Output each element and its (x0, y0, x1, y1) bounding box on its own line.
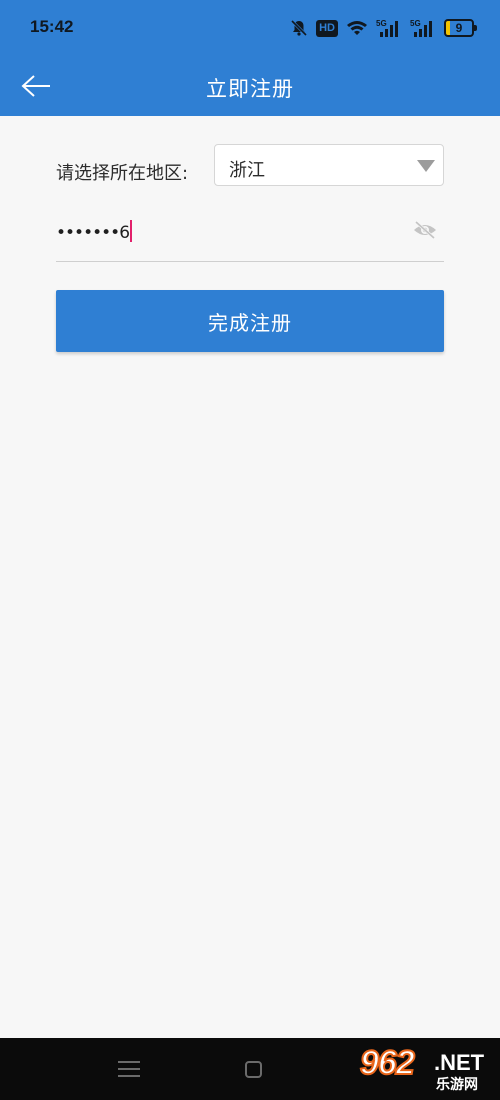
watermark-suffix: .NET (434, 1050, 485, 1075)
password-field[interactable]: •••••••6 (56, 214, 444, 262)
site-watermark: 962 .NET 乐游网 (359, 1043, 496, 1096)
wifi-icon (347, 21, 367, 35)
battery-icon: 9 (444, 19, 477, 37)
password-value-wrap: •••••••6 (56, 220, 133, 243)
status-bar: 15:42 HD 5G 5G 9 (0, 0, 500, 56)
battery-level: 9 (455, 21, 463, 35)
status-icons: HD 5G 5G 9 (282, 15, 477, 41)
signal-5g-label-2: 5G (410, 19, 421, 28)
system-nav-bar: 962 .NET 乐游网 (0, 1038, 500, 1100)
region-label: 请选择所在地区: (56, 163, 189, 184)
dropdown-arrow-icon (417, 160, 435, 172)
region-selected-value: 浙江 (229, 160, 265, 181)
signal-5g-label-1: 5G (376, 19, 387, 28)
complete-registration-button[interactable]: 完成注册 (56, 290, 444, 352)
password-value: •••••••6 (56, 223, 130, 243)
hd-voice-badge: HD (316, 19, 338, 37)
submit-label: 完成注册 (208, 310, 292, 335)
menu-icon[interactable] (118, 1061, 140, 1077)
page-title: 立即注册 (206, 77, 294, 101)
signal-5g-icon-2: 5G (410, 19, 432, 37)
region-select[interactable]: 浙江 (214, 144, 444, 186)
signal-5g-icon: 5G (376, 19, 398, 37)
bell-muted-icon (291, 19, 308, 37)
status-time: 15:42 (30, 17, 74, 36)
watermark-number: 962 (359, 1043, 416, 1083)
password-visibility-toggle[interactable] (412, 220, 438, 240)
text-cursor (130, 220, 133, 242)
register-form: 请选择所在地区: 浙江 •••••••6 完成注册 (0, 116, 500, 1038)
home-square-icon[interactable] (245, 1061, 262, 1078)
watermark-site: 乐游网 (436, 1077, 478, 1093)
app-bar: 立即注册 (0, 56, 500, 116)
eye-off-icon (414, 220, 436, 240)
